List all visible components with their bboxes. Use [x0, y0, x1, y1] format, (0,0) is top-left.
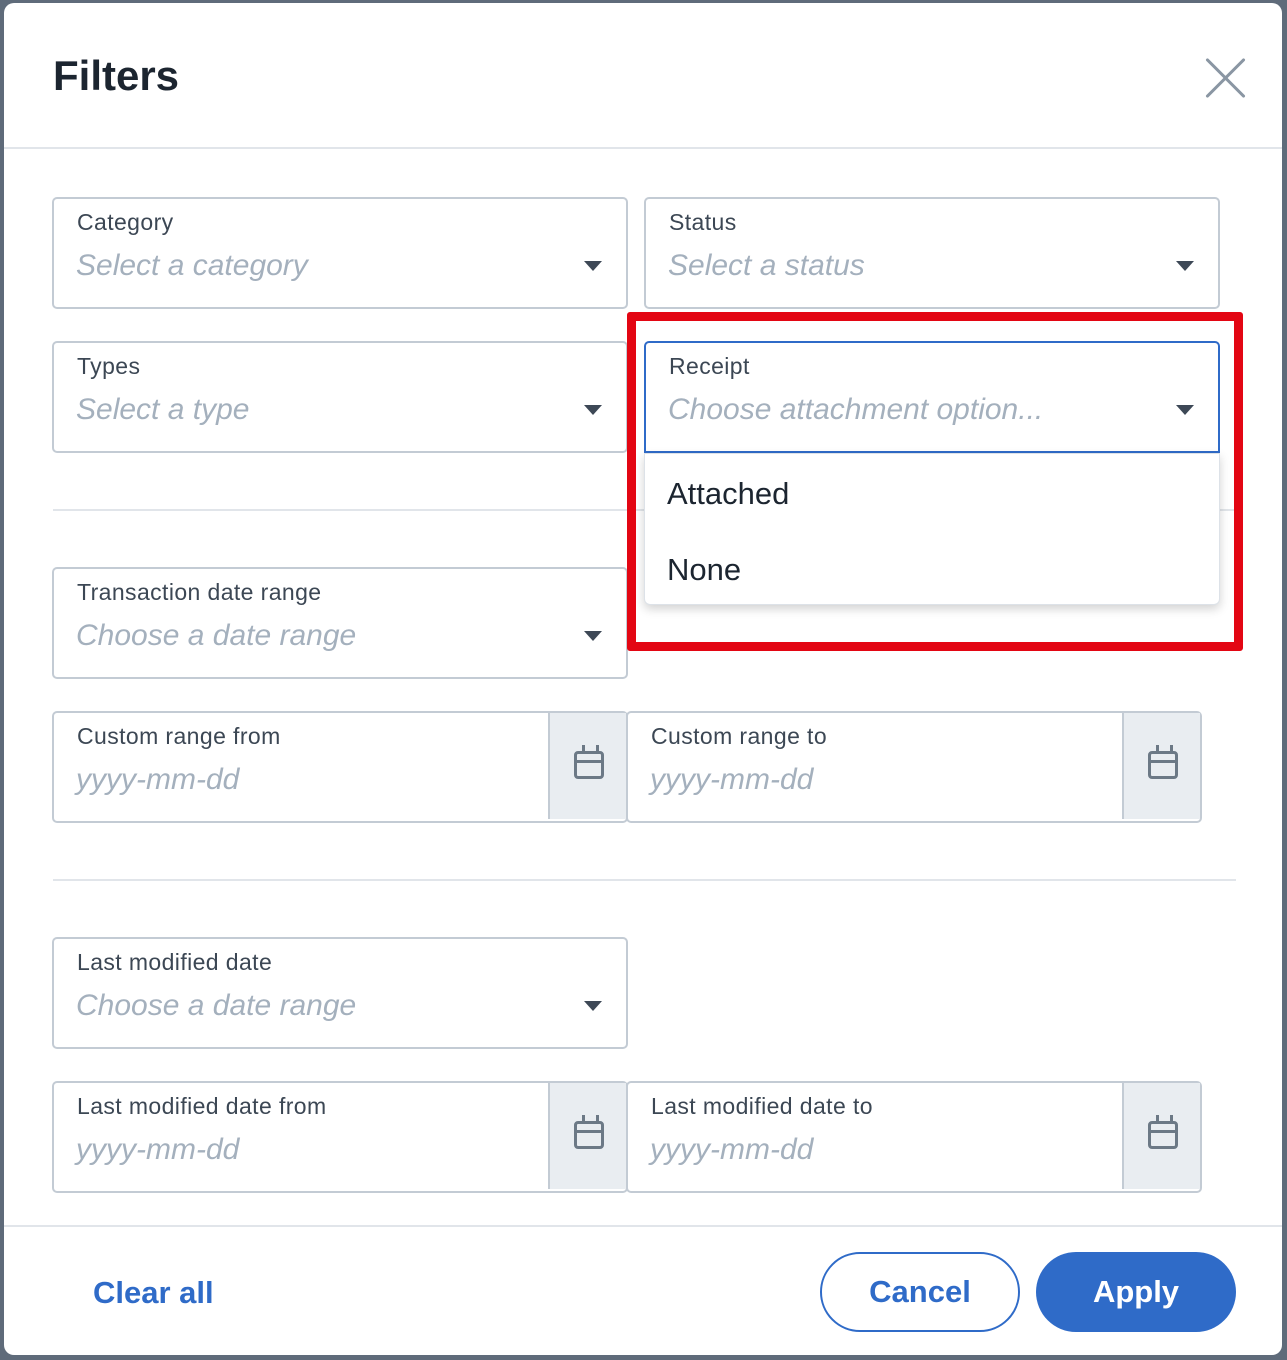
chevron-down-icon [584, 631, 602, 641]
calendar-icon [1148, 745, 1178, 779]
custom-range-to-input[interactable]: yyyy-mm-dd [650, 763, 813, 797]
receipt-select[interactable]: Receipt Choose attachment option... [644, 341, 1220, 453]
chevron-down-icon [1176, 261, 1194, 271]
section-divider [53, 879, 1236, 881]
status-placeholder: Select a status [668, 249, 865, 282]
dialog-title: Filters [53, 52, 180, 99]
last-modified-date-select[interactable]: Last modified date Choose a date range [52, 937, 628, 1049]
receipt-dropdown-menu: Attached None [644, 453, 1220, 605]
transaction-date-range-select[interactable]: Transaction date range Choose a date ran… [52, 567, 628, 679]
filters-dialog: Filters Category Select a category Statu… [4, 3, 1282, 1355]
dialog-header: Filters [4, 3, 1282, 149]
calendar-icon [1148, 1115, 1178, 1149]
receipt-label: Receipt [669, 353, 750, 379]
category-select[interactable]: Category Select a category [52, 197, 628, 309]
custom-range-from-calendar-button[interactable] [548, 713, 626, 819]
clear-all-link[interactable]: Clear all [93, 1275, 214, 1311]
custom-range-from-input[interactable]: yyyy-mm-dd [76, 763, 239, 797]
transaction-date-range-label: Transaction date range [77, 579, 322, 605]
last-modified-to-calendar-button[interactable] [1122, 1083, 1200, 1189]
custom-range-to-field[interactable]: Custom range to yyyy-mm-dd [626, 711, 1202, 823]
chevron-down-icon [584, 405, 602, 415]
status-label: Status [669, 209, 737, 235]
chevron-down-icon [584, 1001, 602, 1011]
category-placeholder: Select a category [76, 249, 308, 282]
chevron-down-icon [584, 261, 602, 271]
last-modified-date-label: Last modified date [77, 949, 273, 975]
custom-range-to-calendar-button[interactable] [1122, 713, 1200, 819]
last-modified-to-label: Last modified date to [651, 1093, 873, 1119]
last-modified-from-calendar-button[interactable] [548, 1083, 626, 1189]
close-icon[interactable] [1200, 52, 1252, 104]
custom-range-from-field[interactable]: Custom range from yyyy-mm-dd [52, 711, 628, 823]
status-select[interactable]: Status Select a status [644, 197, 1220, 309]
cancel-button[interactable]: Cancel [820, 1252, 1020, 1332]
category-label: Category [77, 209, 174, 235]
receipt-option-none[interactable]: None [667, 552, 741, 588]
last-modified-from-input[interactable]: yyyy-mm-dd [76, 1133, 239, 1167]
custom-range-from-label: Custom range from [77, 723, 281, 749]
chevron-down-icon [1176, 405, 1194, 415]
types-placeholder: Select a type [76, 393, 250, 426]
custom-range-to-label: Custom range to [651, 723, 828, 749]
last-modified-date-placeholder: Choose a date range [76, 989, 357, 1022]
calendar-icon [574, 745, 604, 779]
last-modified-to-input[interactable]: yyyy-mm-dd [650, 1133, 813, 1167]
last-modified-from-field[interactable]: Last modified date from yyyy-mm-dd [52, 1081, 628, 1193]
receipt-placeholder: Choose attachment option... [668, 393, 1044, 426]
types-label: Types [77, 353, 141, 379]
calendar-icon [574, 1115, 604, 1149]
receipt-option-attached[interactable]: Attached [667, 476, 789, 512]
last-modified-to-field[interactable]: Last modified date to yyyy-mm-dd [626, 1081, 1202, 1193]
types-select[interactable]: Types Select a type [52, 341, 628, 453]
transaction-date-range-placeholder: Choose a date range [76, 619, 357, 652]
last-modified-from-label: Last modified date from [77, 1093, 327, 1119]
apply-button[interactable]: Apply [1036, 1252, 1236, 1332]
